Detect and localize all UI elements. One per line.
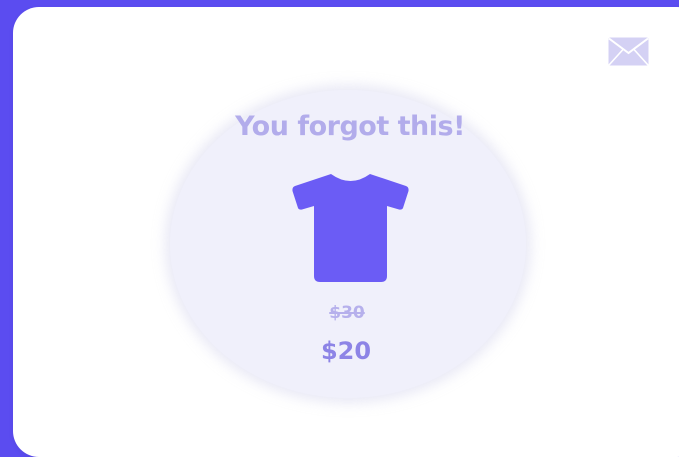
old-price: $30 bbox=[329, 303, 365, 323]
popup-title: You forgot this! bbox=[235, 111, 465, 142]
envelope-icon[interactable] bbox=[608, 37, 649, 66]
tshirt-icon bbox=[291, 172, 410, 283]
popup-card: You forgot this! $30 $20 bbox=[13, 7, 679, 457]
new-price: $20 bbox=[320, 337, 372, 365]
